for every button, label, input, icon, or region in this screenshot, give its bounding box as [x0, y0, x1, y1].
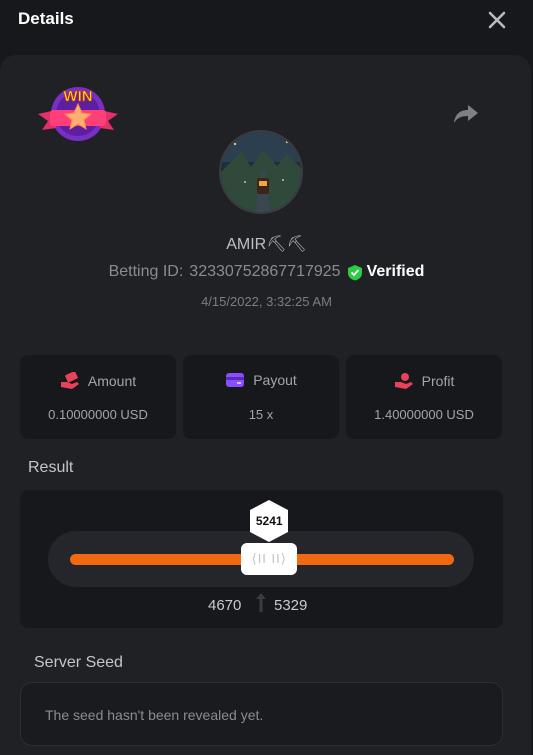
- modal-title: Details: [18, 9, 74, 28]
- win-badge: WIN: [36, 84, 120, 148]
- username: AMIR⛏⛏: [226, 236, 307, 253]
- payout-card: Payout 15 x: [183, 355, 339, 439]
- payout-value: 15 x: [248, 407, 274, 422]
- betting-id-value: 323307528677179​25: [189, 263, 341, 280]
- verified-badge: Verified: [347, 263, 425, 281]
- arrow-up-icon: [256, 593, 266, 612]
- amount-label: Amount: [87, 373, 137, 389]
- betting-id-label: Betting ID:: [108, 263, 184, 280]
- result-box: ⟨II II⟩ 5241 4670 5329: [20, 490, 503, 628]
- server-seed-box: The seed hasn't been revealed yet.: [20, 682, 503, 746]
- share-icon[interactable]: [452, 102, 480, 126]
- win-text: WIN: [63, 88, 92, 105]
- verified-label: Verified: [366, 263, 425, 280]
- amount-value: 0.10000000 USD: [48, 407, 148, 422]
- profit-value: 1.40000000 USD: [374, 407, 474, 422]
- range-high: 5329: [274, 597, 308, 614]
- profit-card: Profit 1.40000000 USD: [346, 355, 502, 439]
- bet-date: 4/15/2022, 3:32:25 AM: [201, 294, 332, 309]
- payout-label: Payout: [253, 372, 297, 388]
- server-seed-text: The seed hasn't been revealed yet.: [45, 707, 264, 723]
- avatar: [219, 130, 303, 214]
- amount-card: Amount 0.10000000 USD: [20, 355, 176, 439]
- range-low: 4670: [208, 597, 242, 614]
- money-hand-icon: [60, 372, 79, 389]
- slider-handle[interactable]: ⟨II II⟩: [241, 543, 298, 575]
- result-value: 5241: [255, 514, 283, 528]
- result-value-tag: 5241: [248, 499, 290, 543]
- modal-header: Details: [0, 0, 533, 40]
- result-label: Result: [28, 459, 74, 476]
- close-icon[interactable]: [486, 9, 508, 31]
- server-seed-label: Server Seed: [34, 654, 123, 671]
- profit-label: Profit: [421, 373, 455, 389]
- hand-money-icon: [394, 373, 413, 389]
- betting-id-line: Betting ID: 323307528677179​25 Verified: [0, 263, 533, 281]
- credit-card-icon: [226, 373, 245, 387]
- shield-check-icon: [347, 264, 362, 280]
